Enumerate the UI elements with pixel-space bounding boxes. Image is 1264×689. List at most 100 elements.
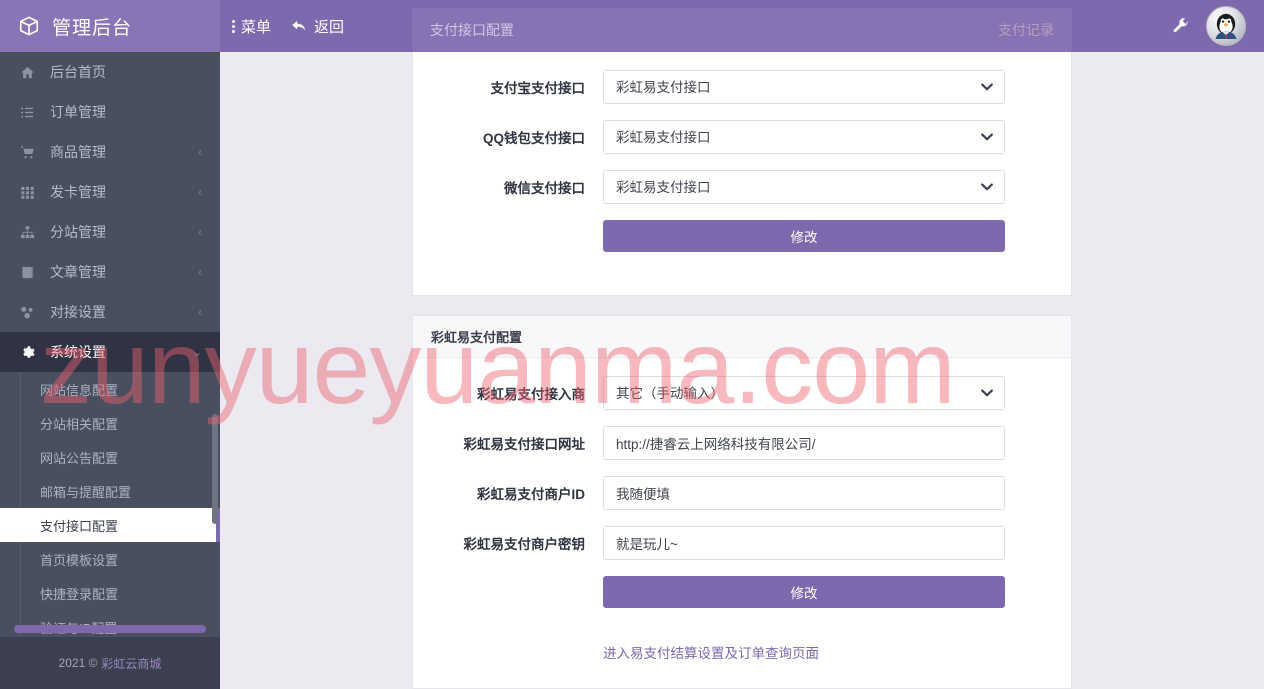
sidebar-item-articles[interactable]: 文章管理 ‹ bbox=[0, 252, 220, 292]
brand-logo[interactable]: 管理后台 bbox=[0, 0, 220, 52]
submit-spacer bbox=[413, 220, 603, 252]
sidebar-item-cards[interactable]: 发卡管理 ‹ bbox=[0, 172, 220, 212]
sidebar-item-label: 商品管理 bbox=[50, 144, 106, 160]
epay-url-label: 彩虹易支付接口网址 bbox=[463, 437, 586, 452]
chevron-icon: ‹ bbox=[198, 305, 202, 319]
sidebar-item-label: 发卡管理 bbox=[50, 184, 106, 200]
epay-url-input[interactable] bbox=[603, 426, 1005, 460]
chevron-icon: ‹ bbox=[198, 185, 202, 199]
back-label: 返回 bbox=[314, 18, 345, 36]
plug-icon bbox=[18, 305, 36, 320]
footer-site-link[interactable]: 彩虹云商城 bbox=[101, 655, 161, 672]
epay-merchant-key-label: 彩虹易支付商户密钥 bbox=[463, 537, 586, 552]
form-row-epay-provider: 彩虹易支付接入商 其它（手动输入） bbox=[413, 376, 1071, 410]
book-icon bbox=[18, 265, 36, 280]
main-content: 支付宝支付接口 彩虹易支付接口 QQ钱包支付接口 彩虹易支付接口 微信支付接口 … bbox=[220, 52, 1264, 689]
sidebar-subitem-site-info[interactable]: 网站信息配置 bbox=[0, 372, 220, 406]
payment-interface-card: 支付宝支付接口 彩虹易支付接口 QQ钱包支付接口 彩虹易支付接口 微信支付接口 … bbox=[412, 52, 1072, 296]
sidebar-item-label: 对接设置 bbox=[50, 304, 106, 320]
epay-settlement-link[interactable]: 进入易支付结算设置及订单查询页面 bbox=[603, 642, 819, 662]
epay-merchant-id-label: 彩虹易支付商户ID bbox=[477, 487, 585, 502]
gear-icon bbox=[18, 345, 36, 360]
chevron-icon: ‹ bbox=[198, 265, 202, 279]
menu-toggle-button[interactable]: 菜单 bbox=[232, 16, 271, 37]
tab-payment-records[interactable]: 支付记录 bbox=[998, 20, 1054, 40]
epay-config-form: 彩虹易支付接入商 其它（手动输入） 彩虹易支付接口网址 http://捷睿云上网… bbox=[413, 358, 1071, 662]
sidebar-item-substations[interactable]: 分站管理 ‹ bbox=[0, 212, 220, 252]
sidebar-menu: 后台首页 订单管理 商品管理 ‹ 发卡管理 ‹ 分站管理 ‹ 文章管理 ‹ 对接… bbox=[0, 52, 220, 372]
epay-provider-label: 彩虹易支付接入商 bbox=[477, 387, 585, 402]
sidebar-scrollbar[interactable] bbox=[212, 414, 218, 524]
back-button[interactable]: 返回 bbox=[291, 16, 344, 37]
sidebar: 后台首页 订单管理 商品管理 ‹ 发卡管理 ‹ 分站管理 ‹ 文章管理 ‹ 对接… bbox=[0, 52, 220, 689]
wechat-label: 微信支付接口 bbox=[504, 181, 585, 196]
copyright-text: 2021 © bbox=[58, 656, 98, 670]
sidebar-item-label: 后台首页 bbox=[50, 64, 106, 80]
sidebar-item-system-settings[interactable]: 系统设置 ⌄ bbox=[0, 332, 220, 372]
payment-interface-form: 支付宝支付接口 彩虹易支付接口 QQ钱包支付接口 彩虹易支付接口 微信支付接口 … bbox=[413, 52, 1071, 252]
sidebar-subitem-email[interactable]: 邮箱与提醒配置 bbox=[0, 474, 220, 508]
interface-submit-button[interactable]: 修改 bbox=[603, 220, 1005, 252]
epay-submit-button[interactable]: 修改 bbox=[603, 576, 1005, 608]
top-bar: 管理后台 菜单 返回 支付接口配置 支付记录 bbox=[0, 0, 1264, 52]
epay-config-card: 彩虹易支付配置 彩虹易支付接入商 其它（手动输入） 彩虹易支付接口网址 http… bbox=[412, 315, 1072, 689]
sidebar-item-products[interactable]: 商品管理 ‹ bbox=[0, 132, 220, 172]
sidebar-subitem-home-template[interactable]: 首页模板设置 bbox=[0, 542, 220, 576]
form-row-epay-merchant-key: 彩虹易支付商户密钥 bbox=[413, 526, 1071, 560]
qq-penguin-avatar bbox=[1215, 13, 1237, 39]
sidebar-item-integration[interactable]: 对接设置 ‹ bbox=[0, 292, 220, 332]
link-spacer bbox=[413, 642, 603, 662]
sidebar-horizontal-scrollbar[interactable] bbox=[14, 625, 206, 633]
sidebar-subitem-quick-login[interactable]: 快捷登录配置 bbox=[0, 576, 220, 610]
app-root: 管理后台 菜单 返回 支付接口配置 支付记录 后台首页 订单管理 商品管理 ‹ … bbox=[0, 0, 1264, 689]
form-row-wechat: 微信支付接口 彩虹易支付接口 bbox=[413, 170, 1071, 204]
avatar[interactable] bbox=[1206, 6, 1246, 46]
sidebar-item-label: 系统设置 bbox=[50, 344, 106, 360]
grid-icon bbox=[18, 185, 36, 200]
epay-card-title: 彩虹易支付配置 bbox=[413, 316, 1071, 358]
alipay-label: 支付宝支付接口 bbox=[490, 81, 586, 96]
sidebar-item-orders[interactable]: 订单管理 bbox=[0, 92, 220, 132]
epay-footer-link-row: 进入易支付结算设置及订单查询页面 bbox=[413, 642, 1071, 662]
list-icon bbox=[18, 105, 36, 120]
form-row-alipay: 支付宝支付接口 彩虹易支付接口 bbox=[413, 70, 1071, 104]
epay-merchant-key-input[interactable] bbox=[603, 526, 1005, 560]
tab-payment-config[interactable]: 支付接口配置 bbox=[430, 20, 514, 40]
sidebar-submenu-system-settings: 网站信息配置 分站相关配置 网站公告配置 邮箱与提醒配置 支付接口配置 首页模板… bbox=[0, 372, 220, 644]
tab-strip: 支付接口配置 支付记录 bbox=[412, 8, 1072, 52]
qqwallet-label: QQ钱包支付接口 bbox=[482, 131, 585, 146]
interface-submit-row: 修改 bbox=[413, 220, 1071, 252]
form-row-qqwallet: QQ钱包支付接口 彩虹易支付接口 bbox=[413, 120, 1071, 154]
form-row-epay-merchant-id: 彩虹易支付商户ID bbox=[413, 476, 1071, 510]
sitemap-icon bbox=[18, 225, 36, 240]
dots-vertical-icon bbox=[232, 19, 235, 33]
chevron-down-icon: ⌄ bbox=[191, 345, 202, 359]
menu-toggle-label: 菜单 bbox=[241, 18, 272, 36]
brand-title: 管理后台 bbox=[52, 17, 133, 39]
home-icon bbox=[18, 65, 36, 80]
epay-submit-row: 修改 bbox=[413, 576, 1071, 608]
reply-arrow-icon bbox=[291, 19, 308, 34]
wechat-interface-select[interactable]: 彩虹易支付接口 bbox=[603, 170, 1005, 204]
chevron-icon: ‹ bbox=[198, 225, 202, 239]
sidebar-item-label: 分站管理 bbox=[50, 224, 106, 240]
topbar-right-actions bbox=[1172, 0, 1254, 52]
topbar-tools: 菜单 返回 bbox=[232, 0, 344, 52]
sidebar-footer: 2021 © 彩虹云商城 bbox=[0, 637, 220, 689]
epay-merchant-id-input[interactable] bbox=[603, 476, 1005, 510]
qqwallet-interface-select[interactable]: 彩虹易支付接口 bbox=[603, 120, 1005, 154]
alipay-interface-select[interactable]: 彩虹易支付接口 bbox=[603, 70, 1005, 104]
submit-spacer bbox=[413, 576, 603, 608]
sidebar-item-label: 文章管理 bbox=[50, 264, 106, 280]
wrench-icon[interactable] bbox=[1172, 17, 1190, 35]
sidebar-item-label: 订单管理 bbox=[50, 104, 106, 120]
form-row-epay-url: 彩虹易支付接口网址 bbox=[413, 426, 1071, 460]
cart-icon bbox=[18, 145, 36, 160]
sidebar-subitem-notice[interactable]: 网站公告配置 bbox=[0, 440, 220, 474]
sidebar-subitem-substation[interactable]: 分站相关配置 bbox=[0, 406, 220, 440]
sidebar-subitem-payment-config[interactable]: 支付接口配置 bbox=[0, 508, 220, 542]
epay-provider-select[interactable]: 其它（手动输入） bbox=[603, 376, 1005, 410]
cube-icon bbox=[18, 15, 40, 37]
sidebar-item-home[interactable]: 后台首页 bbox=[0, 52, 220, 92]
chevron-icon: ‹ bbox=[198, 145, 202, 159]
